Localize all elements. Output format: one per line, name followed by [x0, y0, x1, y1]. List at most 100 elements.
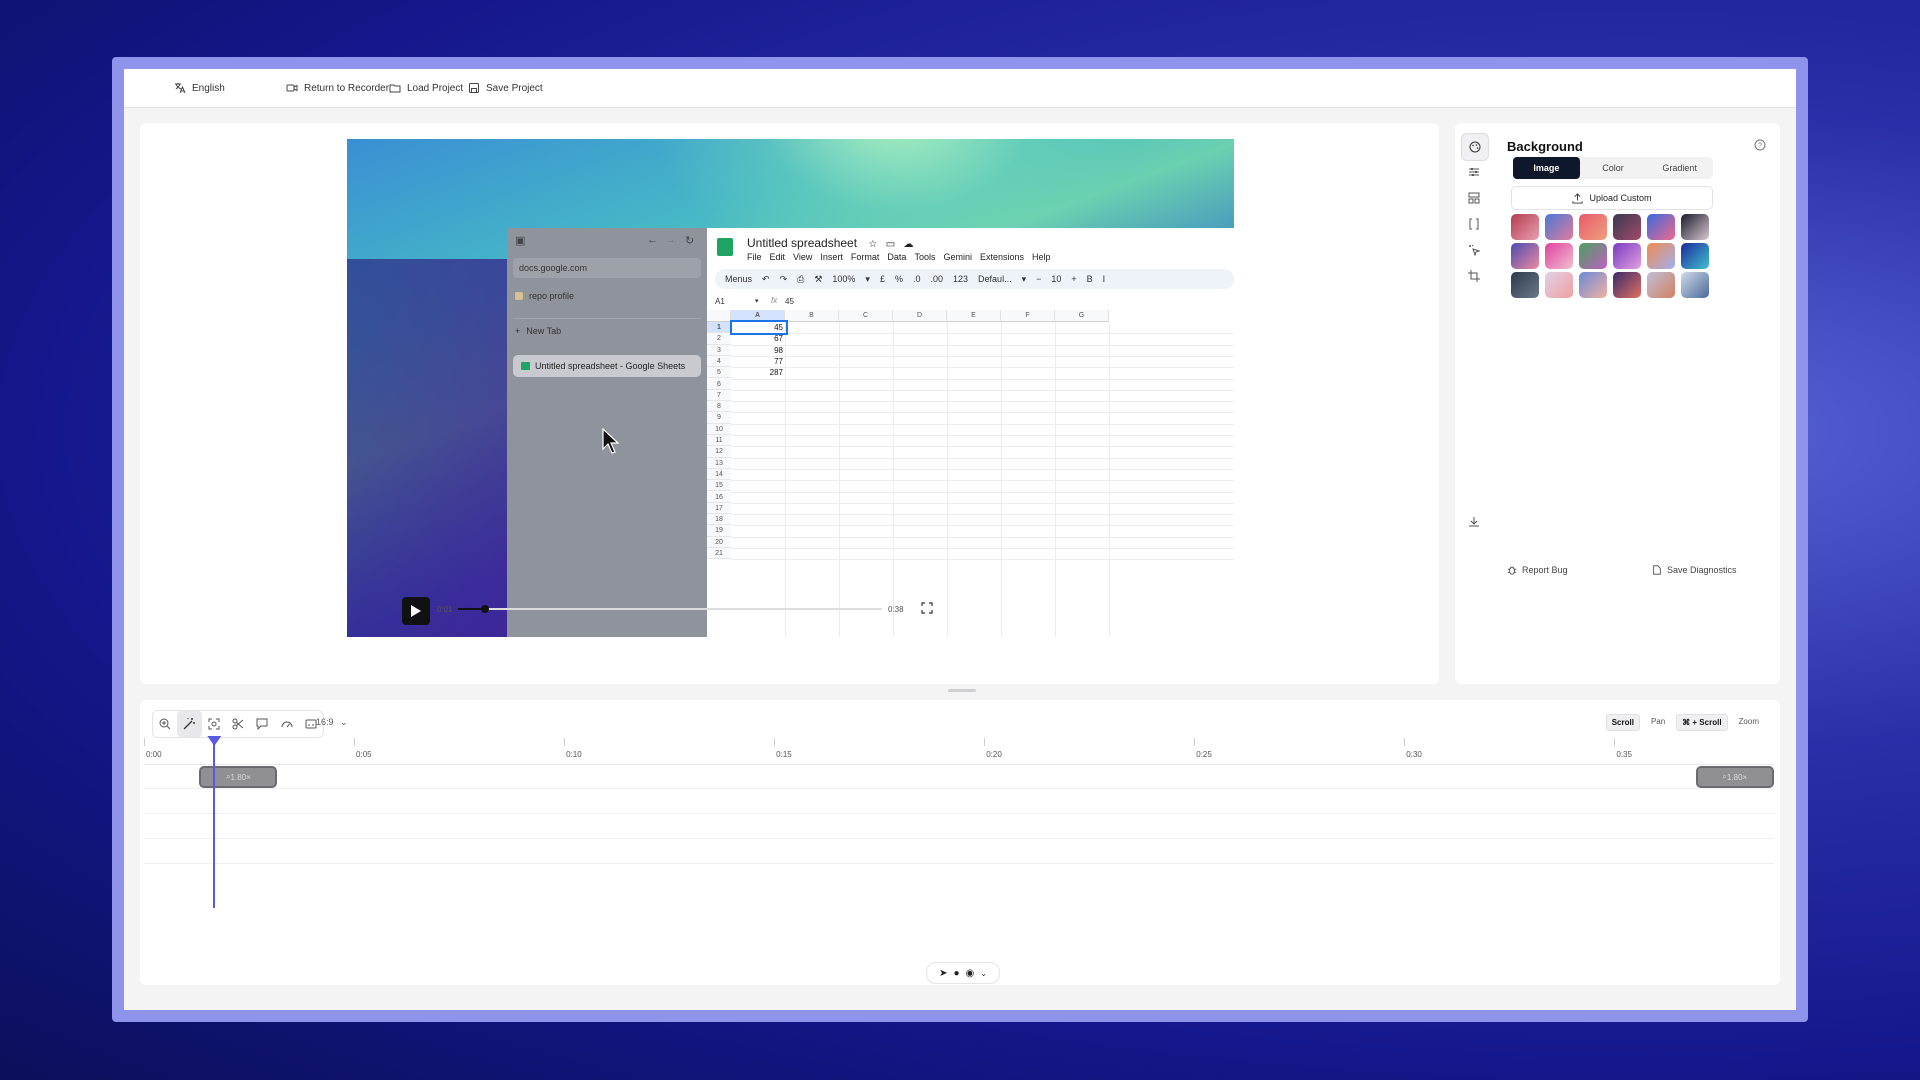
- play-button[interactable]: [402, 597, 430, 625]
- background-tab-color[interactable]: Color: [1580, 157, 1647, 179]
- sheet-toolbar-item: −: [1036, 274, 1042, 284]
- ruler-tick-label: 0:00: [146, 750, 162, 759]
- seek-handle[interactable]: [481, 605, 490, 613]
- background-thumbnail[interactable]: [1681, 243, 1709, 269]
- return-to-recorder-button[interactable]: Return to Recorder: [286, 69, 389, 107]
- export-button[interactable]: [1461, 509, 1487, 535]
- language-selector[interactable]: English: [174, 69, 225, 107]
- background-thumbnail[interactable]: [1681, 214, 1709, 240]
- focus-tool-button[interactable]: [202, 711, 226, 737]
- help-icon[interactable]: ?: [1754, 139, 1766, 151]
- fullscreen-icon[interactable]: [921, 602, 933, 614]
- row-header: 12: [707, 446, 731, 458]
- background-thumbnail[interactable]: [1647, 214, 1675, 240]
- cursor-tab-button[interactable]: [1461, 237, 1487, 263]
- background-tab-gradient[interactable]: Gradient: [1646, 157, 1713, 179]
- grid-row-line: [731, 378, 1234, 380]
- sheet-toolbar-item: ⎙: [797, 273, 805, 284]
- column-header: C: [839, 310, 893, 322]
- row-header: 7: [707, 389, 731, 402]
- layout-tab-button[interactable]: [1461, 185, 1487, 211]
- panel-resize-handle[interactable]: [948, 689, 976, 692]
- annotation-tool-button[interactable]: [250, 711, 274, 737]
- sheet-toolbar-item: ▾: [1021, 273, 1027, 284]
- ruler-tick-label: 0:10: [566, 750, 582, 759]
- row-header: 10: [707, 423, 731, 435]
- translate-icon: [175, 83, 186, 94]
- cell-a5: 287: [769, 368, 783, 378]
- zoom-in-icon: [159, 718, 171, 730]
- total-time: 0:38: [888, 605, 904, 614]
- bookmark-label: repo profile: [529, 291, 575, 301]
- comment-icon: [256, 718, 268, 730]
- background-thumbnail[interactable]: [1545, 214, 1573, 240]
- sheet-toolbar-item: +: [1071, 274, 1077, 284]
- sheet-toolbar-item: ↶: [762, 273, 770, 284]
- magic-wand-button[interactable]: [177, 711, 202, 737]
- upload-custom-button[interactable]: Upload Custom: [1511, 186, 1713, 210]
- background-tab-image[interactable]: Image: [1513, 157, 1580, 179]
- zoom-tool-button[interactable]: [153, 711, 177, 737]
- background-thumbnail[interactable]: [1613, 272, 1641, 298]
- track-4[interactable]: [144, 839, 1774, 864]
- background-thumbnail[interactable]: [1613, 214, 1641, 240]
- mode-0[interactable]: Scroll: [1605, 714, 1640, 731]
- background-thumbnail[interactable]: [1647, 272, 1675, 298]
- pointer-icon: ➤: [939, 967, 948, 979]
- sheet-menu-item: Extensions: [979, 252, 1024, 262]
- dropdown-icon: ▾: [755, 298, 759, 305]
- ruler-tick-label: 0:05: [356, 750, 372, 759]
- background-thumbnail[interactable]: [1681, 272, 1709, 298]
- seek-bar[interactable]: [458, 605, 882, 613]
- track-3[interactable]: [144, 814, 1774, 839]
- background-thumbnail[interactable]: [1579, 272, 1607, 298]
- save-project-button[interactable]: Save Project: [468, 69, 543, 107]
- cut-tool-button[interactable]: [226, 711, 250, 737]
- background-thumbnail[interactable]: [1579, 243, 1607, 269]
- background-tab-button[interactable]: [1461, 133, 1489, 161]
- adjustments-tab-button[interactable]: [1461, 159, 1487, 185]
- video-preview[interactable]: ▣ ← → ↻ docs.google.com repo profile + N…: [347, 139, 1234, 637]
- report-bug-button[interactable]: Report Bug: [1507, 565, 1568, 575]
- grid-row-line: [731, 367, 1234, 369]
- background-thumbnail[interactable]: [1579, 214, 1607, 240]
- bookmark-icon: [515, 292, 523, 300]
- save-diagnostics-button[interactable]: Save Diagnostics: [1652, 565, 1737, 575]
- sheet-toolbar-item: .00: [930, 274, 944, 284]
- mode-2[interactable]: ⌘ + Scroll: [1676, 714, 1728, 731]
- grid-corner: [707, 310, 731, 322]
- active-tab: Untitled spreadsheet - Google Sheets: [513, 355, 701, 377]
- zoom-segment[interactable]: ⌕ 1.80×: [1695, 766, 1774, 788]
- background-thumbnail[interactable]: [1613, 243, 1641, 269]
- zoom-segment[interactable]: ⌕ 1.80×: [199, 766, 278, 788]
- ruler-tick: [1194, 738, 1196, 746]
- zoom-track[interactable]: ⌕ 1.80× ⌕ 1.80×: [144, 764, 1774, 789]
- background-thumbnail[interactable]: [1511, 243, 1539, 269]
- column-header: D: [893, 310, 947, 322]
- background-thumbnail[interactable]: [1545, 243, 1573, 269]
- cell-a3: 98: [774, 345, 783, 355]
- speed-tool-button[interactable]: [274, 711, 298, 737]
- timeline-ruler[interactable]: 0:00 0:05 0:10 0:15 0:20 0:25 0:30 0:35: [144, 738, 1774, 765]
- save-diagnostics-label: Save Diagnostics: [1667, 565, 1737, 575]
- mode-3[interactable]: Zoom: [1734, 714, 1764, 731]
- padding-tab-button[interactable]: [1461, 211, 1487, 237]
- move-icon: ▭: [885, 239, 896, 250]
- background-thumbnail[interactable]: [1511, 272, 1539, 298]
- aspect-ratio-select[interactable]: 16:9 ⌄: [316, 717, 348, 728]
- mode-1[interactable]: Pan: [1646, 714, 1670, 731]
- panel-title: Background: [1507, 139, 1583, 154]
- crop-tab-button[interactable]: [1461, 263, 1487, 289]
- top-toolbar: English Return to Recorder Load Project …: [124, 69, 1796, 108]
- background-thumbnail[interactable]: [1647, 243, 1675, 269]
- ruler-tick: [354, 738, 356, 746]
- track-2[interactable]: [144, 789, 1774, 814]
- row-header: 20: [707, 536, 731, 548]
- grid-row-line: [731, 435, 1234, 436]
- load-project-button[interactable]: Load Project: [389, 69, 463, 107]
- background-thumbnail[interactable]: [1511, 214, 1539, 240]
- background-thumbnail[interactable]: [1545, 272, 1573, 298]
- preview-panel: ▣ ← → ↻ docs.google.com repo profile + N…: [140, 123, 1439, 684]
- background-type-tabs: Image Color Gradient: [1513, 157, 1713, 179]
- cursor-options-menu[interactable]: ➤ ● ◉ ⌄: [926, 962, 1000, 984]
